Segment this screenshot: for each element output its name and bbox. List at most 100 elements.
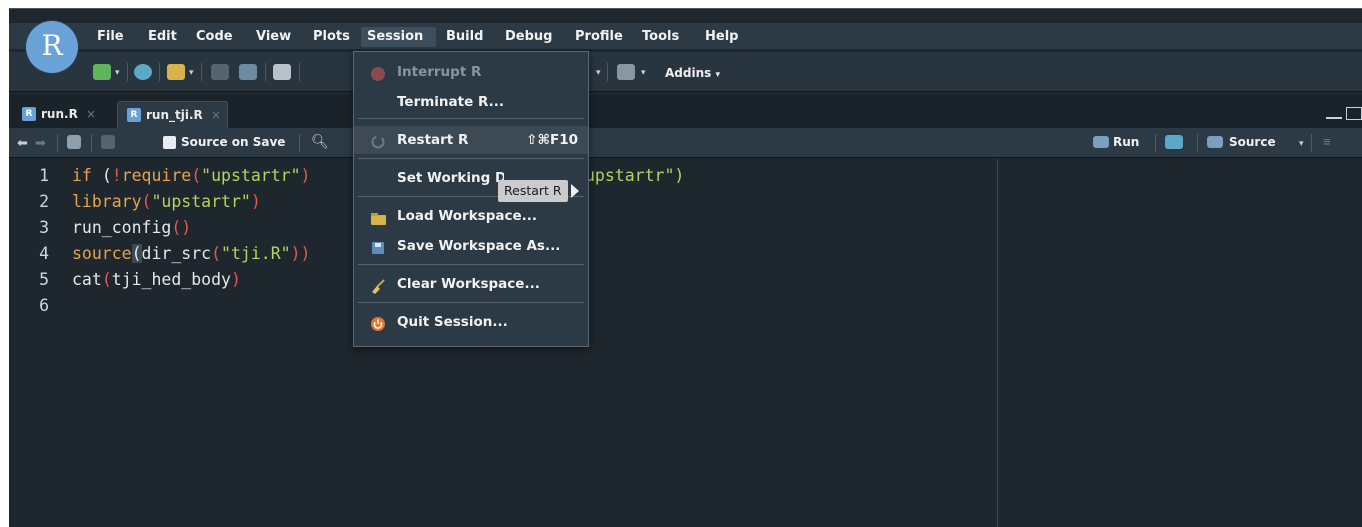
code-token: ( — [211, 244, 222, 263]
menu-item-clear-workspace[interactable]: Clear Workspace... — [354, 270, 588, 298]
addins-caret-icon: ▾ — [715, 70, 720, 80]
code-token: ! — [111, 166, 122, 185]
toolbar-separator — [1155, 134, 1156, 152]
toolbar-separator — [127, 63, 128, 81]
menu-separator — [358, 264, 584, 265]
document-outline-icon[interactable]: ≡ — [1323, 134, 1331, 149]
code-token: ( — [191, 166, 202, 185]
close-icon[interactable]: × — [211, 108, 221, 122]
main-toolbar: ▾ ▾ ▾ ▾ Addins ▾ — [9, 52, 1362, 92]
save-icon[interactable] — [211, 64, 229, 80]
menu-item-interrupt-r[interactable]: Interrupt R — [354, 58, 588, 86]
code-token: ( — [101, 270, 112, 289]
load-workspace-icon — [370, 208, 386, 225]
source-on-save-checkbox[interactable] — [163, 136, 176, 149]
code-text: cat(tji_hed_body) — [72, 267, 241, 293]
code-token: "upstartr" — [151, 192, 251, 211]
addins-label: Addins — [665, 66, 712, 80]
minimize-icon[interactable] — [1326, 117, 1342, 119]
menu-code[interactable]: Code — [190, 27, 239, 47]
run-icon — [1093, 136, 1109, 148]
toolbar-separator — [91, 134, 92, 152]
menu-separator — [358, 158, 584, 159]
toolbar-separator — [57, 134, 58, 152]
menu-plots[interactable]: Plots — [307, 27, 356, 47]
menu-item-quit-session[interactable]: Quit Session... — [354, 308, 588, 336]
menu-tools[interactable]: Tools — [636, 27, 685, 47]
new-file-icon[interactable] — [93, 64, 111, 80]
menu-item-terminate-r[interactable]: Terminate R... — [354, 88, 588, 116]
menu-build[interactable]: Build — [440, 27, 489, 47]
menu-item-label: Interrupt R — [397, 64, 482, 80]
menu-profile[interactable]: Profile — [569, 27, 629, 47]
toolbar-separator — [1197, 134, 1198, 152]
toolbar-separator — [201, 63, 202, 81]
menu-session[interactable]: Session — [361, 27, 436, 47]
toolbar-separator — [299, 63, 300, 81]
tab-run-tji-r[interactable]: R run_tji.R × — [117, 101, 229, 128]
open-file-dropdown-icon[interactable]: ▾ — [189, 67, 194, 78]
go-to-dropdown-icon[interactable]: ▾ — [596, 67, 601, 78]
code-token: source — [72, 244, 132, 263]
code-text: if (!require("upstartr") — [72, 163, 310, 189]
menu-item-save-workspace-as[interactable]: Save Workspace As... — [354, 232, 588, 260]
menu-item-load-workspace[interactable]: Load Workspace... — [354, 202, 588, 230]
menu-view[interactable]: View — [250, 27, 297, 47]
close-icon[interactable]: × — [86, 107, 96, 121]
save-all-icon[interactable] — [239, 64, 257, 80]
code-token: ) — [300, 166, 311, 185]
search-icon[interactable]: 🔍︎ — [311, 133, 329, 150]
code-text: library("upstartr") — [72, 189, 261, 215]
code-editor[interactable]: 1 if (!require("upstartr") 2 library("upsta… — [9, 159, 1362, 527]
tab-run-r[interactable]: R run.R × — [13, 101, 102, 128]
back-arrow-icon[interactable]: ⬅ — [17, 135, 28, 151]
rerun-icon[interactable] — [1165, 135, 1183, 149]
line-number: 4 — [39, 244, 49, 263]
maximize-icon[interactable] — [1346, 107, 1362, 120]
broom-icon — [370, 276, 386, 294]
menu-separator — [358, 302, 584, 303]
toolbar-separator — [159, 63, 160, 81]
run-button[interactable]: Run — [1113, 135, 1139, 149]
stop-icon — [370, 64, 386, 81]
show-in-window-icon[interactable] — [67, 135, 81, 149]
menu-item-label: Quit Session... — [397, 314, 508, 330]
menu-file[interactable]: File — [91, 27, 130, 47]
restart-shortcut: ⇧⌘F10 — [526, 132, 578, 148]
restart-icon — [370, 132, 386, 149]
forward-arrow-icon[interactable]: ➡ — [35, 135, 46, 151]
line-number: 3 — [39, 218, 49, 237]
margin-line — [997, 159, 998, 527]
print-icon[interactable] — [273, 64, 291, 80]
save-file-icon[interactable] — [101, 135, 115, 149]
code-token: ( — [131, 244, 142, 263]
new-project-icon[interactable] — [134, 64, 152, 80]
addins-button[interactable]: Addins ▾ — [665, 66, 720, 80]
submenu-arrow-icon — [571, 184, 579, 198]
code-line-1-trailing: upstartr") — [585, 163, 684, 189]
code-token: tji_hed_body — [111, 270, 231, 289]
code-line: 2 library("upstartr") — [9, 189, 261, 215]
pane-layout-icon[interactable] — [617, 64, 635, 80]
code-line: 3 run_config() — [9, 215, 191, 241]
source-button[interactable]: Source — [1229, 135, 1276, 149]
open-file-icon[interactable] — [167, 64, 185, 80]
menu-item-label: Restart R — [397, 132, 469, 148]
menu-edit[interactable]: Edit — [142, 27, 183, 47]
code-token: () — [171, 218, 192, 237]
code-token: dir_src — [141, 244, 212, 263]
code-token: "upstartr" — [201, 166, 301, 185]
menu-item-restart-r[interactable]: Restart R ⇧⌘F10 — [354, 126, 588, 154]
toolbar-separator — [299, 134, 300, 152]
code-token: ( — [101, 166, 112, 185]
new-file-dropdown-icon[interactable]: ▾ — [115, 67, 120, 78]
menu-debug[interactable]: Debug — [499, 27, 558, 47]
source-dropdown-icon[interactable]: ▾ — [1299, 138, 1304, 149]
menu-help[interactable]: Help — [699, 27, 744, 47]
code-token: "tji.R" — [221, 244, 291, 263]
menu-item-set-working-directory[interactable]: Set Working Directory — [354, 164, 504, 192]
pane-layout-dropdown-icon[interactable]: ▾ — [641, 67, 646, 78]
code-line: 1 if (!require("upstartr") — [9, 163, 310, 189]
code-token: run_config — [72, 218, 172, 237]
line-number: 1 — [39, 166, 49, 185]
